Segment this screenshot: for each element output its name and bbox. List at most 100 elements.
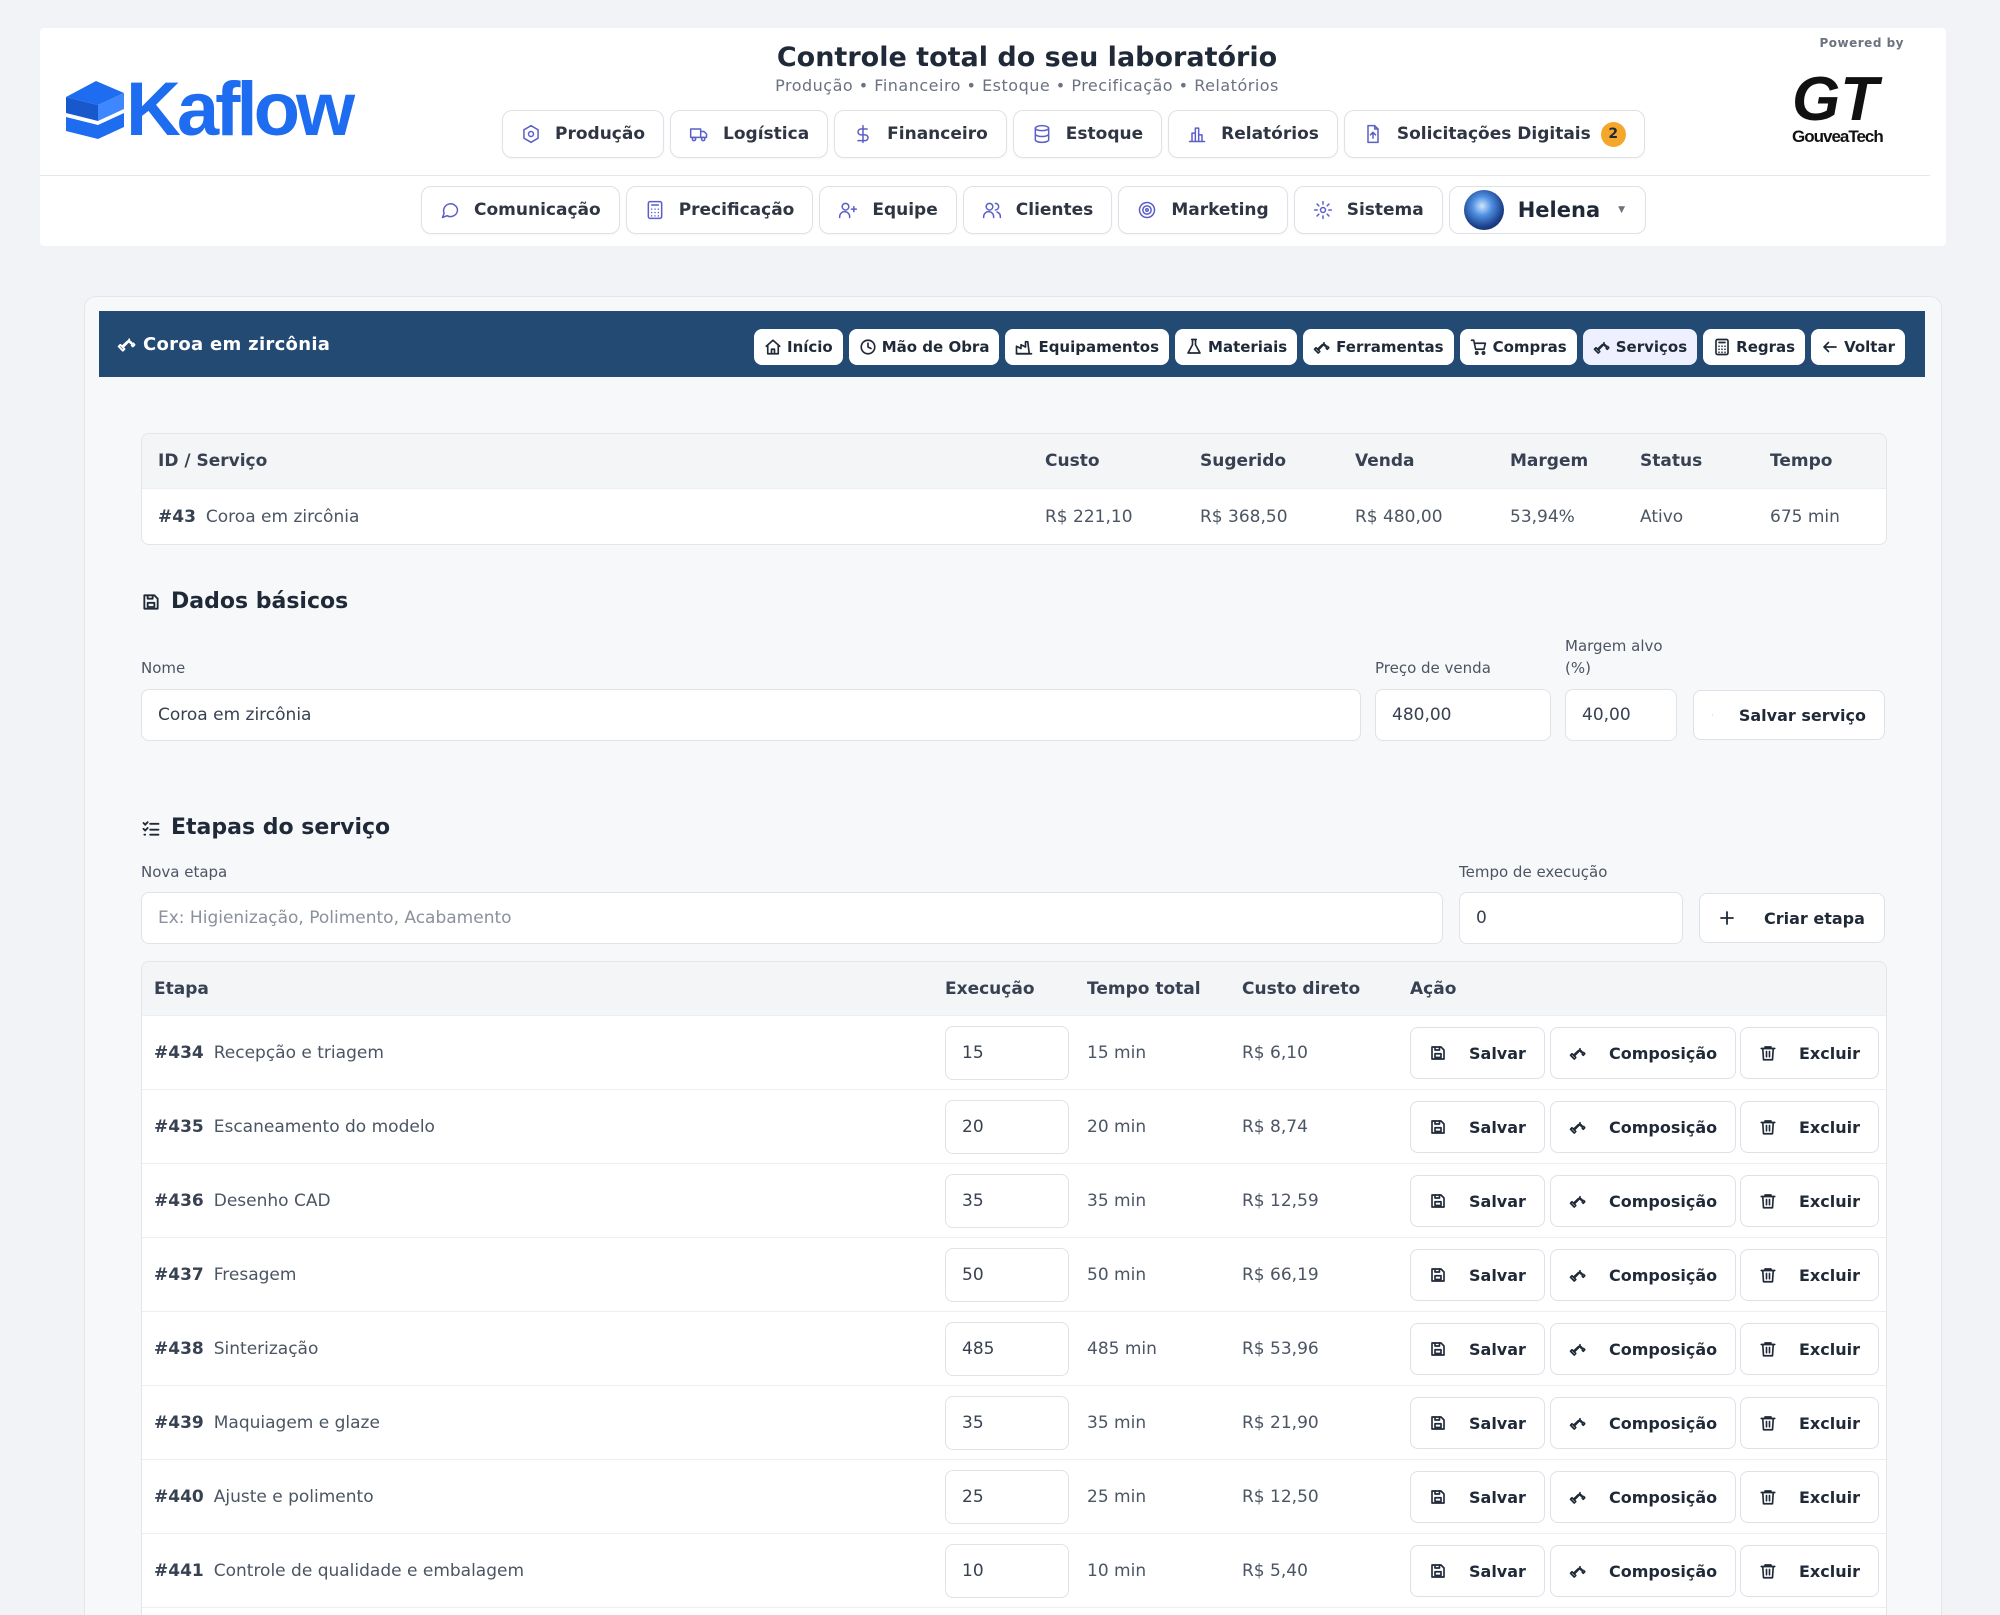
new-step-label: Nova etapa bbox=[141, 863, 228, 881]
save-icon bbox=[1431, 1194, 1445, 1208]
nav-financeiro[interactable]: Financeiro bbox=[834, 110, 1007, 158]
step-exec-input[interactable]: 15 bbox=[945, 1026, 1069, 1080]
step-save-button[interactable]: Salvar bbox=[1410, 1323, 1545, 1375]
summary-header-row: ID / Serviço Custo Sugerido Venda Margem… bbox=[142, 434, 1886, 489]
tab-mao-de-obra[interactable]: Mão de Obra bbox=[848, 329, 1000, 365]
step-composition-button[interactable]: Composição bbox=[1550, 1249, 1737, 1301]
step-composition-button[interactable]: Composição bbox=[1550, 1323, 1737, 1375]
arrow-left-icon bbox=[1823, 341, 1837, 353]
step-total-time: 20 min bbox=[1087, 1116, 1147, 1137]
step-exec-input[interactable]: 20 bbox=[945, 1100, 1069, 1154]
tab-ferramentas[interactable]: Ferramentas bbox=[1303, 329, 1454, 365]
step-save-button[interactable]: Salvar bbox=[1410, 1175, 1545, 1227]
nav-equipe[interactable]: Equipe bbox=[819, 186, 957, 234]
users-icon bbox=[982, 202, 1001, 219]
plus-icon bbox=[1720, 911, 1734, 925]
step-total-time: 10 min bbox=[1087, 1560, 1147, 1581]
tab-compras[interactable]: Compras bbox=[1459, 329, 1577, 365]
step-name: Controle de qualidade e embalagem bbox=[213, 1560, 525, 1581]
checklist-icon bbox=[142, 820, 160, 836]
create-step-button[interactable]: Criar etapa bbox=[1699, 893, 1885, 943]
user-menu[interactable]: Helena ▼ bbox=[1448, 186, 1647, 234]
clock-icon bbox=[860, 339, 876, 355]
nav-producao[interactable]: Produção bbox=[502, 110, 665, 158]
step-exec-input[interactable]: 10 bbox=[945, 1544, 1069, 1598]
tab-materiais[interactable]: Materiais bbox=[1175, 329, 1298, 365]
sale-price-input[interactable]: 480,00 bbox=[1375, 689, 1551, 741]
step-save-button[interactable]: Salvar bbox=[1410, 1397, 1545, 1449]
step-delete-button[interactable]: Excluir bbox=[1740, 1323, 1879, 1375]
step-delete-button[interactable]: Excluir bbox=[1740, 1027, 1879, 1079]
step-save-button[interactable]: Salvar bbox=[1410, 1101, 1545, 1153]
step-direct-cost: R$ 21,90 bbox=[1242, 1412, 1319, 1433]
nav-label: Solicitações Digitais bbox=[1396, 124, 1591, 144]
price-label: Preço de venda bbox=[1375, 659, 1491, 677]
app-header: Kaflow Controle total do seu laboratório… bbox=[40, 28, 1946, 246]
step-composition-button[interactable]: Composição bbox=[1550, 1397, 1737, 1449]
tab-regras[interactable]: Regras bbox=[1703, 329, 1806, 365]
step-exec-input[interactable]: 50 bbox=[945, 1248, 1069, 1302]
save-service-button[interactable]: Salvar serviço bbox=[1693, 690, 1885, 740]
nav-sistema[interactable]: Sistema bbox=[1293, 186, 1443, 234]
service-sugerido: R$ 368,50 bbox=[1200, 507, 1288, 527]
step-delete-button[interactable]: Excluir bbox=[1740, 1545, 1879, 1597]
step-row: #438 Sinterização 485 485 min R$ 53,96 Salvar… bbox=[142, 1312, 1886, 1386]
step-delete-button[interactable]: Excluir bbox=[1740, 1249, 1879, 1301]
step-save-button[interactable]: Salvar bbox=[1410, 1249, 1545, 1301]
step-composition-button[interactable]: Composição bbox=[1550, 1101, 1737, 1153]
step-total-time: 35 min bbox=[1087, 1190, 1147, 1211]
col-tempo-total: Tempo total bbox=[1087, 978, 1201, 999]
tab-voltar[interactable]: Voltar bbox=[1811, 329, 1905, 365]
step-id: #439 bbox=[154, 1412, 204, 1433]
nav-label: Financeiro bbox=[887, 124, 988, 144]
wrench-icon bbox=[1569, 1417, 1586, 1430]
nav-label: Equipe bbox=[872, 200, 938, 220]
step-exec-input[interactable]: 35 bbox=[945, 1396, 1069, 1450]
step-composition-button[interactable]: Composição bbox=[1550, 1545, 1737, 1597]
hexagon-icon bbox=[523, 124, 539, 144]
step-exec-input[interactable]: 485 bbox=[945, 1322, 1069, 1376]
col-acao: Ação bbox=[1410, 978, 1457, 999]
nav-precificacao[interactable]: Precificação bbox=[625, 186, 814, 234]
exec-time-input[interactable]: 0 bbox=[1459, 892, 1683, 944]
service-margem: 53,94% bbox=[1510, 507, 1575, 527]
nav-comunicacao[interactable]: Comunicação bbox=[421, 186, 620, 234]
step-save-button[interactable]: Salvar bbox=[1410, 1027, 1545, 1079]
target-margin-input[interactable]: 40,00 bbox=[1565, 689, 1677, 741]
nav-logistica[interactable]: Logística bbox=[670, 110, 829, 158]
nav-relatorios[interactable]: Relatórios bbox=[1168, 110, 1338, 158]
save-icon bbox=[1712, 714, 1713, 716]
target-icon bbox=[1139, 201, 1156, 219]
nav-clientes[interactable]: Clientes bbox=[962, 186, 1113, 234]
step-exec-input[interactable]: 25 bbox=[945, 1470, 1069, 1524]
tab-servicos[interactable]: Serviços bbox=[1582, 329, 1698, 365]
service-name-input[interactable]: Coroa em zircônia bbox=[141, 689, 1361, 741]
step-save-button[interactable]: Salvar bbox=[1410, 1545, 1545, 1597]
summary-row: #43 Coroa em zircônia R$ 221,10 R$ 368,50… bbox=[142, 489, 1886, 544]
tab-equipamentos[interactable]: Equipamentos bbox=[1005, 329, 1170, 365]
step-delete-button[interactable]: Excluir bbox=[1740, 1471, 1879, 1523]
message-icon bbox=[441, 203, 459, 219]
step-delete-button[interactable]: Excluir bbox=[1740, 1101, 1879, 1153]
tab-inicio[interactable]: Início bbox=[753, 329, 843, 365]
step-total-time: 50 min bbox=[1087, 1264, 1147, 1285]
save-icon bbox=[1431, 1416, 1445, 1430]
step-row: #439 Maquiagem e glaze 35 35 min R$ 21,90 Sal… bbox=[142, 1386, 1886, 1460]
step-delete-button[interactable]: Excluir bbox=[1740, 1175, 1879, 1227]
step-composition-button[interactable]: Composição bbox=[1550, 1027, 1737, 1079]
step-save-button[interactable]: Salvar bbox=[1410, 1471, 1545, 1523]
step-row: #434 Recepção e triagem 15 15 min R$ 6,10 Sal… bbox=[142, 1016, 1886, 1090]
save-icon bbox=[143, 593, 159, 610]
step-total-time: 35 min bbox=[1087, 1412, 1147, 1433]
nav-estoque[interactable]: Estoque bbox=[1012, 110, 1163, 158]
step-delete-button[interactable]: Excluir bbox=[1740, 1397, 1879, 1449]
nav-marketing[interactable]: Marketing bbox=[1118, 186, 1288, 234]
step-composition-button[interactable]: Composição bbox=[1550, 1175, 1737, 1227]
trash-icon bbox=[1760, 1416, 1776, 1431]
step-composition-button[interactable]: Composição bbox=[1550, 1471, 1737, 1523]
new-step-input[interactable]: Ex: Higienização, Polimento, Acabamento bbox=[141, 892, 1443, 944]
step-name: Ajuste e polimento bbox=[213, 1486, 374, 1507]
nav-label: Precificação bbox=[678, 200, 795, 220]
step-exec-input[interactable]: 35 bbox=[945, 1174, 1069, 1228]
nav-solicitacoes-digitais[interactable]: Solicitações Digitais 2 bbox=[1343, 110, 1645, 158]
